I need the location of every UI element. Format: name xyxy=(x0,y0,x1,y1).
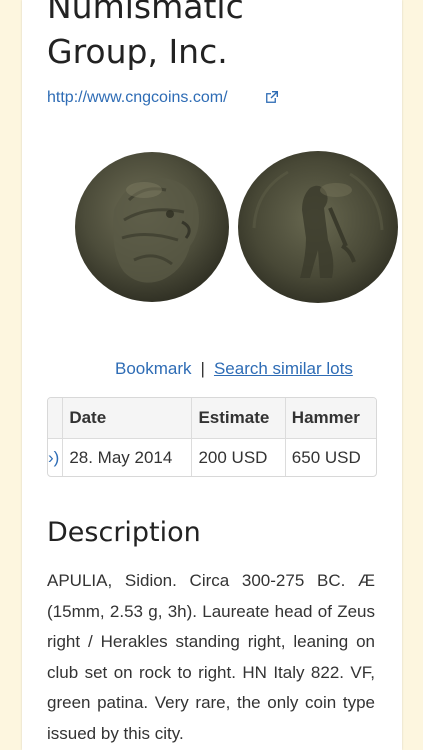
external-link-icon[interactable] xyxy=(266,91,278,103)
website-link[interactable]: http://www.cngcoins.com/ xyxy=(47,89,228,107)
description-heading: Description xyxy=(47,517,201,548)
coin-obverse[interactable] xyxy=(75,152,229,302)
row-nav-link[interactable]: ›) xyxy=(48,438,64,476)
column-header-date: Date xyxy=(62,398,193,439)
column-header-hammer: Hammer xyxy=(285,398,376,439)
sale-results-table: Date Estimate Hammer ›) 28. May 2014 200… xyxy=(47,397,377,477)
coin-images[interactable] xyxy=(74,150,400,310)
search-similar-lots-link[interactable]: Search similar lots xyxy=(214,359,353,378)
table-row[interactable]: ›) 28. May 2014 200 USD 650 USD xyxy=(48,438,376,476)
estimate-value: 200 USD xyxy=(191,438,286,476)
bookmark-link[interactable]: Bookmark xyxy=(115,359,192,378)
hammer-value: 650 USD xyxy=(291,447,361,467)
column-header-estimate: Estimate xyxy=(191,398,286,439)
lot-actions: Bookmark | Search similar lots xyxy=(115,359,353,379)
auction-lot-card: Numismatic Group, Inc. http://www.cngcoin… xyxy=(22,0,402,750)
coin-reverse[interactable] xyxy=(238,151,398,303)
description-text: APULIA, Sidion. Circa 300-275 BC. Æ (15m… xyxy=(47,571,375,743)
page-title: Numismatic Group, Inc. xyxy=(47,0,244,74)
column-header-nav xyxy=(48,398,64,439)
title-line-1: Numismatic xyxy=(47,0,244,26)
title-line-2: Group, Inc. xyxy=(47,32,228,71)
actions-separator: | xyxy=(200,359,205,378)
sale-date: 28. May 2014 xyxy=(62,438,193,476)
table-header-row: Date Estimate Hammer xyxy=(48,398,376,439)
